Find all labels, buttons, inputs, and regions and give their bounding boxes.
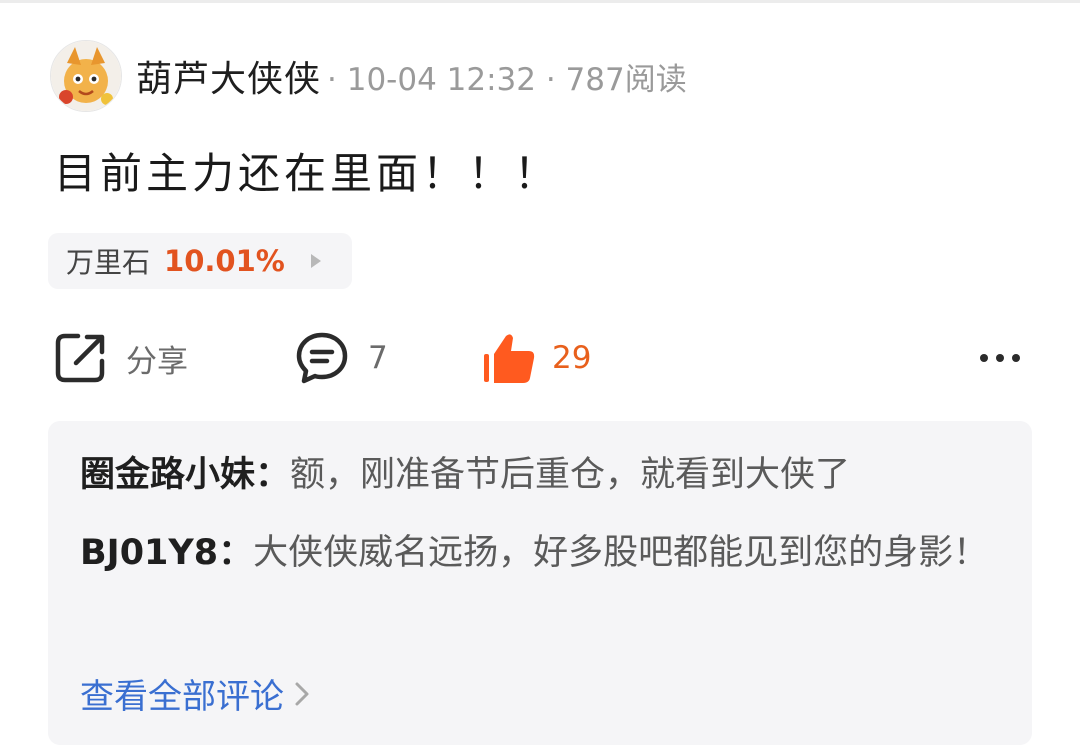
top-divider — [0, 0, 1080, 3]
stock-tag[interactable]: 万里石 10.01% — [48, 233, 352, 289]
like-count: 29 — [552, 340, 592, 376]
author-name[interactable]: 葫芦大侠侠 — [136, 50, 321, 102]
share-label: 分享 — [126, 343, 188, 380]
stock-change: 10.01% — [164, 244, 285, 278]
view-all-comments-link[interactable]: 查看全部评论 — [80, 669, 310, 718]
more-button[interactable] — [972, 325, 1028, 391]
share-icon — [55, 333, 105, 383]
comment-text: 额，刚准备节后重仓，就看到大侠了 — [290, 455, 851, 495]
chevron-right-icon — [295, 682, 309, 705]
comment-count: 7 — [368, 340, 388, 376]
action-bar: 分享 7 29 — [0, 325, 1080, 391]
comment-item[interactable]: 圈金路小妹：额，刚准备节后重仓，就看到大侠了 — [80, 449, 1002, 501]
comment-button[interactable]: 7 — [294, 325, 388, 391]
post-header: 葫芦大侠侠 · 10-04 12:32 · 787阅读 — [50, 40, 687, 112]
share-button[interactable]: 分享 — [54, 325, 188, 391]
thumbs-up-icon — [484, 334, 535, 383]
comment-author[interactable]: BJ01Y8： — [80, 533, 253, 573]
comment-author[interactable]: 圈金路小妹： — [80, 455, 290, 495]
avatar[interactable] — [50, 40, 122, 112]
comment-item[interactable]: BJ01Y8：大侠侠威名远扬，好多股吧都能见到您的身影！ — [80, 527, 1002, 579]
comment-icon — [296, 332, 348, 384]
post-text: 目前主力还在里面！！！ — [54, 149, 561, 198]
stock-name: 万里石 — [66, 246, 151, 279]
comments-preview: 圈金路小妹：额，刚准备节后重仓，就看到大侠了 BJ01Y8：大侠侠威名远扬，好多… — [48, 421, 1032, 745]
view-all-label: 查看全部评论 — [80, 677, 284, 717]
comment-text: 大侠侠威名远扬，好多股吧都能见到您的身影！ — [253, 533, 989, 573]
like-button[interactable]: 29 — [482, 325, 591, 391]
post-meta: · 10-04 12:32 · 787阅读 — [327, 61, 687, 98]
more-dots-icon — [980, 354, 1020, 362]
chevron-right-icon — [310, 254, 321, 268]
